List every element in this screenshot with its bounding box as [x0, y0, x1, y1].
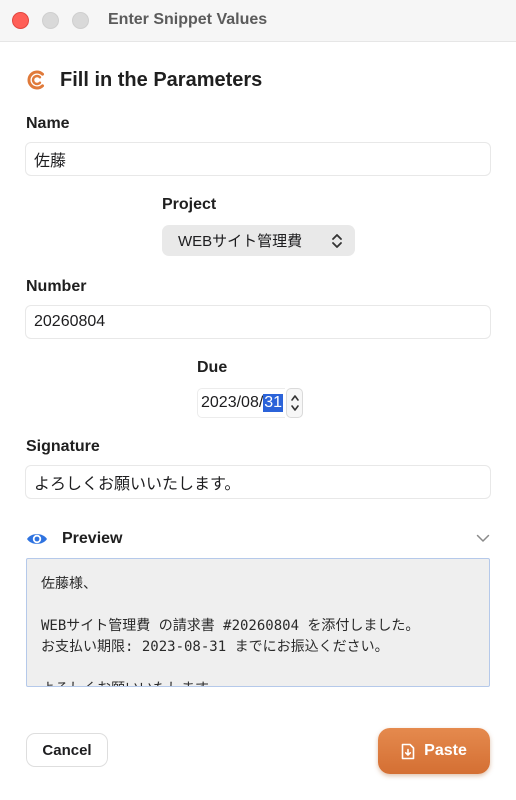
- signature-label: Signature: [26, 438, 100, 455]
- name-value: 佐藤: [34, 153, 67, 170]
- number-label: Number: [26, 278, 87, 295]
- up-down-chevron-icon: [332, 233, 342, 248]
- preview-header[interactable]: Preview: [26, 527, 492, 551]
- due-date-picker[interactable]: 2023/08/31: [197, 388, 304, 418]
- preview-text-area[interactable]: 佐藤様、 WEBサイト管理費 の請求書 #20260804 を添付しました。 お支…: [26, 558, 490, 687]
- eye-icon: [27, 534, 47, 544]
- preview-line: [41, 658, 475, 679]
- signature-field[interactable]: よろしくお願いいたします。: [25, 465, 491, 499]
- number-value: 20260804: [34, 313, 106, 330]
- project-label: Project: [162, 196, 217, 213]
- snippet-app-icon: [27, 70, 44, 90]
- zoom-window-button[interactable]: [72, 12, 89, 29]
- window-title: Enter Snippet Values: [108, 11, 268, 28]
- due-date-text[interactable]: 2023/08/31: [197, 388, 286, 418]
- due-label: Due: [197, 359, 228, 376]
- cancel-button[interactable]: Cancel: [26, 733, 108, 767]
- signature-value: よろしくお願いいたします。: [34, 476, 241, 493]
- page-title: Fill in the Parameters: [60, 68, 263, 91]
- preview-line: [41, 595, 475, 616]
- number-field[interactable]: 20260804: [25, 305, 491, 339]
- due-date-year-month[interactable]: 2023/08/: [201, 394, 263, 412]
- page-header: Fill in the Parameters: [26, 66, 262, 94]
- project-select[interactable]: WEBサイト管理費: [162, 225, 355, 256]
- preview-line: WEBサイト管理費 の請求書 #20260804 を添付しました。: [41, 618, 420, 634]
- name-field[interactable]: 佐藤: [25, 142, 491, 176]
- name-label: Name: [26, 115, 70, 132]
- minimize-window-button[interactable]: [42, 12, 59, 29]
- paste-document-icon: [401, 743, 415, 759]
- stepper-up-icon[interactable]: [290, 393, 300, 403]
- due-date-day-selected[interactable]: 31: [263, 394, 284, 412]
- title-bar: Enter Snippet Values: [0, 0, 516, 42]
- chevron-down-icon[interactable]: [476, 533, 490, 543]
- stepper-down-icon[interactable]: [290, 403, 300, 413]
- paste-button-label: Paste: [424, 742, 467, 759]
- preview-line: 佐藤様、: [41, 576, 97, 592]
- preview-line: お支払い期限: 2023-08-31 までにお振込ください。: [41, 639, 389, 655]
- close-window-button[interactable]: [12, 12, 29, 29]
- date-stepper[interactable]: [286, 388, 304, 418]
- preview-label: Preview: [62, 530, 123, 547]
- paste-button[interactable]: Paste: [378, 728, 490, 774]
- preview-line: よろしくお願いいたします。: [41, 679, 475, 686]
- project-selected-value: WEBサイト管理費: [178, 233, 303, 250]
